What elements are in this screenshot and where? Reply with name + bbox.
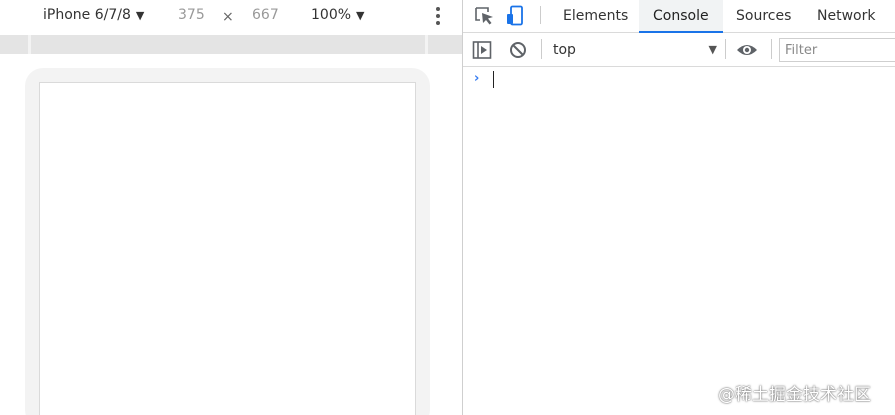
device-name: iPhone 6/7/8 xyxy=(43,7,131,23)
devtools-panel: Elements Console Sources Network top ▼ F… xyxy=(463,0,895,415)
context-select[interactable]: top ▼ xyxy=(545,39,719,61)
height-input[interactable]: 667 xyxy=(252,7,279,23)
zoom-select[interactable]: 100% ▼ xyxy=(311,7,365,23)
toolbar-separator xyxy=(771,39,772,59)
text-cursor xyxy=(493,71,494,88)
toolbar-separator xyxy=(540,6,541,24)
chevron-down-icon: ▼ xyxy=(708,43,717,56)
toolbar-separator xyxy=(541,39,542,59)
sidebar-toggle-icon[interactable] xyxy=(471,39,495,61)
device-emulation-pane: iPhone 6/7/8 ▼ 375 × 667 100% ▼ xyxy=(0,0,462,415)
tab-network[interactable]: Network xyxy=(803,0,889,33)
chevron-down-icon: ▼ xyxy=(356,8,365,22)
device-toolbar: iPhone 6/7/8 ▼ 375 × 667 100% ▼ xyxy=(0,0,462,33)
tab-console[interactable]: Console xyxy=(639,0,723,33)
console-prompt-icon: › xyxy=(474,71,480,86)
console-toolbar: top ▼ xyxy=(463,33,895,67)
tab-sources[interactable]: Sources xyxy=(722,0,805,33)
console-output[interactable]: › xyxy=(463,67,895,415)
media-query-segment[interactable] xyxy=(31,35,425,54)
times-symbol: × xyxy=(222,9,234,25)
watermark: @稀土掘金技术社区 xyxy=(718,385,871,405)
devtools-tabbar: Elements Console Sources Network xyxy=(463,0,895,33)
media-query-segment[interactable] xyxy=(428,35,462,54)
more-vertical-icon[interactable] xyxy=(430,6,446,26)
browser-window: iPhone 6/7/8 ▼ 375 × 667 100% ▼ Elements… xyxy=(0,0,895,415)
inspect-element-icon[interactable] xyxy=(473,5,497,27)
tab-elements[interactable]: Elements xyxy=(549,0,642,33)
device-viewport[interactable] xyxy=(39,82,416,415)
filter-input[interactable] xyxy=(779,38,895,62)
zoom-value: 100% xyxy=(311,7,352,23)
media-query-bar[interactable] xyxy=(0,35,462,54)
width-input[interactable]: 375 xyxy=(178,7,205,23)
clear-console-icon[interactable] xyxy=(506,39,530,61)
media-query-segment[interactable] xyxy=(0,35,28,54)
eye-icon[interactable] xyxy=(735,39,759,61)
chevron-down-icon: ▼ xyxy=(135,8,145,22)
toolbar-separator xyxy=(725,39,726,59)
context-value: top xyxy=(553,42,576,58)
device-select[interactable]: iPhone 6/7/8 ▼ xyxy=(43,7,144,23)
device-toggle-icon[interactable] xyxy=(504,5,528,27)
